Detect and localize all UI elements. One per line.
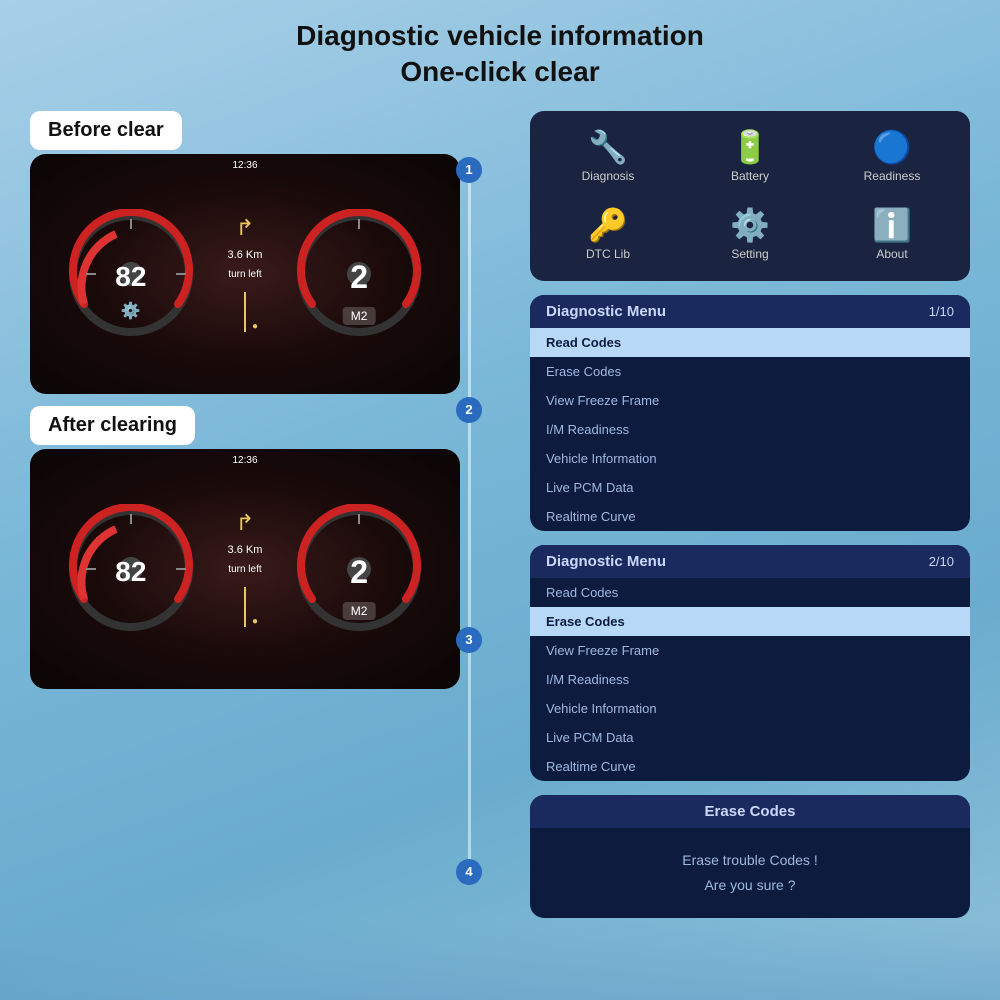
icon-battery[interactable]: 🔋 Battery bbox=[682, 121, 818, 193]
diag-panel-2: Diagnostic Menu 2/10 Read Codes Erase Co… bbox=[530, 545, 970, 781]
connector-line bbox=[468, 159, 471, 879]
setting-icon: ⚙️ bbox=[730, 209, 770, 241]
diagnosis-label: Diagnosis bbox=[582, 169, 635, 183]
about-label: About bbox=[876, 247, 907, 261]
diag-item-1-0[interactable]: Read Codes bbox=[530, 328, 970, 357]
diag-item-1-1[interactable]: Erase Codes bbox=[530, 357, 970, 386]
diag-item-1-3[interactable]: I/M Readiness bbox=[530, 415, 970, 444]
before-dashboard: 12:36 82 bbox=[30, 154, 460, 394]
after-dashboard: 12:36 82 bbox=[30, 449, 460, 689]
dtclib-label: DTC Lib bbox=[586, 247, 630, 261]
diag-header-2: Diagnostic Menu 2/10 bbox=[530, 545, 970, 578]
dashboard-time-after: 12:36 bbox=[232, 455, 257, 466]
diag-title-2: Diagnostic Menu bbox=[546, 553, 666, 570]
step-1: 1 bbox=[456, 157, 482, 183]
icon-dtclib[interactable]: 🔑 DTC Lib bbox=[540, 199, 676, 271]
diag-item-2-1[interactable]: Erase Codes bbox=[530, 607, 970, 636]
about-icon: ℹ️ bbox=[872, 209, 912, 241]
step-4: 4 bbox=[456, 859, 482, 885]
diag-item-1-6[interactable]: Realtime Curve bbox=[530, 502, 970, 531]
diag-header-1: Diagnostic Menu 1/10 bbox=[530, 295, 970, 328]
m2-label-after: M2 bbox=[343, 602, 376, 620]
dashboard-time-before: 12:36 bbox=[232, 160, 257, 171]
diag-item-2-4[interactable]: Vehicle Information bbox=[530, 694, 970, 723]
main-icon-grid: 🔧 Diagnosis 🔋 Battery 🔵 Readiness 🔑 DTC … bbox=[530, 111, 970, 281]
readiness-icon: 🔵 bbox=[872, 131, 912, 163]
step-2: 2 bbox=[456, 397, 482, 423]
page-title: Diagnostic vehicle information One-click… bbox=[0, 0, 1000, 101]
icon-readiness[interactable]: 🔵 Readiness bbox=[824, 121, 960, 193]
after-clear-label: After clearing bbox=[30, 406, 195, 445]
diag-title-1: Diagnostic Menu bbox=[546, 303, 666, 320]
battery-icon: 🔋 bbox=[730, 131, 770, 163]
step-3: 3 bbox=[456, 627, 482, 653]
diag-item-1-5[interactable]: Live PCM Data bbox=[530, 473, 970, 502]
speedometer-before: 82 ⚙️ bbox=[66, 209, 196, 339]
left-column: Before clear 12:36 bbox=[30, 111, 460, 918]
diag-panel-1: Diagnostic Menu 1/10 Read Codes Erase Co… bbox=[530, 295, 970, 531]
diag-item-2-2[interactable]: View Freeze Frame bbox=[530, 636, 970, 665]
diag-page-1: 1/10 bbox=[929, 304, 954, 319]
before-clear-label: Before clear bbox=[30, 111, 182, 150]
erase-body: Erase trouble Codes ! Are you sure ? bbox=[530, 828, 970, 918]
after-clear-section: After clearing 12:36 bbox=[30, 406, 460, 689]
battery-label: Battery bbox=[731, 169, 769, 183]
icon-setting[interactable]: ⚙️ Setting bbox=[682, 199, 818, 271]
diag-item-1-4[interactable]: Vehicle Information bbox=[530, 444, 970, 473]
erase-line1: Erase trouble Codes ! bbox=[546, 848, 954, 873]
m2-label-before: M2 bbox=[343, 307, 376, 325]
erase-header: Erase Codes bbox=[530, 795, 970, 828]
erase-panel: Erase Codes Erase trouble Codes ! Are yo… bbox=[530, 795, 970, 918]
erase-line2: Are you sure ? bbox=[546, 873, 954, 898]
rpm-value-before: 2 bbox=[350, 259, 368, 296]
setting-label: Setting bbox=[731, 247, 768, 261]
icon-diagnosis[interactable]: 🔧 Diagnosis bbox=[540, 121, 676, 193]
icon-about[interactable]: ℹ️ About bbox=[824, 199, 960, 271]
nav-before: ↱ 3.6 Km turn left ● bbox=[228, 215, 263, 332]
right-column: 🔧 Diagnosis 🔋 Battery 🔵 Readiness 🔑 DTC … bbox=[530, 111, 970, 918]
speed-value-after: 82 bbox=[115, 556, 146, 588]
speedometer-after: 82 bbox=[66, 504, 196, 634]
diag-item-1-2[interactable]: View Freeze Frame bbox=[530, 386, 970, 415]
rpm-gauge-after: 2 M2 bbox=[294, 504, 424, 634]
bottom-blur bbox=[0, 920, 1000, 1000]
diag-item-2-5[interactable]: Live PCM Data bbox=[530, 723, 970, 752]
diag-item-2-3[interactable]: I/M Readiness bbox=[530, 665, 970, 694]
diag-item-2-0[interactable]: Read Codes bbox=[530, 578, 970, 607]
erase-title: Erase Codes bbox=[546, 803, 954, 820]
nav-after: ↱ 3.6 Km turn left ● bbox=[228, 510, 263, 627]
readiness-label: Readiness bbox=[864, 169, 921, 183]
warning-icon-before: ⚙️ bbox=[121, 301, 141, 321]
before-clear-section: Before clear 12:36 bbox=[30, 111, 460, 394]
diag-item-2-6[interactable]: Realtime Curve bbox=[530, 752, 970, 781]
dtclib-icon: 🔑 bbox=[588, 209, 628, 241]
rpm-gauge-before: 2 M2 bbox=[294, 209, 424, 339]
diag-page-2: 2/10 bbox=[929, 554, 954, 569]
rpm-value-after: 2 bbox=[350, 554, 368, 591]
speed-value-before: 82 bbox=[115, 261, 146, 293]
diagnosis-icon: 🔧 bbox=[588, 131, 628, 163]
